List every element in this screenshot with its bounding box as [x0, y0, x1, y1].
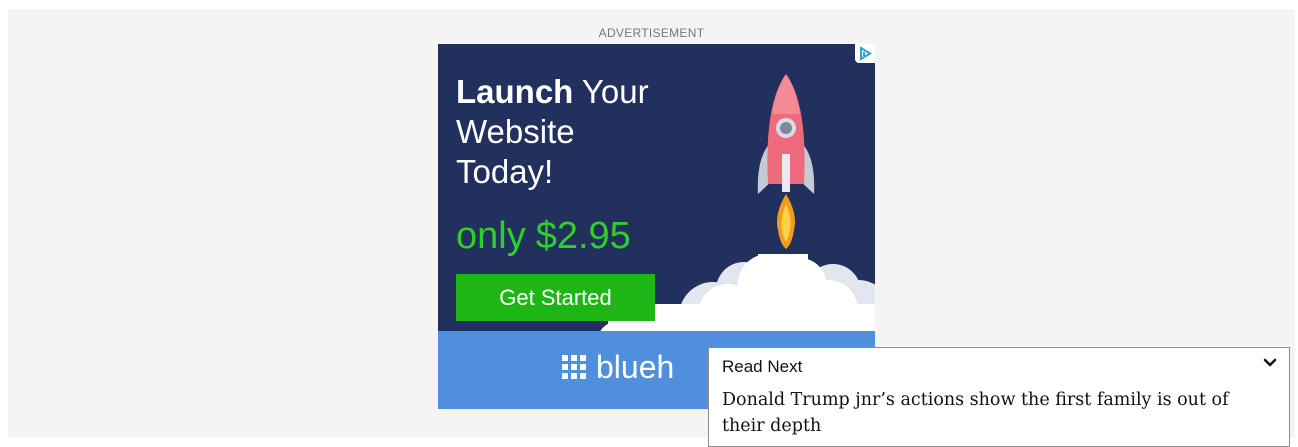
price-line: only $2.95: [456, 214, 631, 258]
headline-rest: Your: [573, 73, 649, 110]
adchoices-icon[interactable]: [855, 44, 875, 63]
read-next-label: Read Next: [722, 357, 803, 376]
price-value: $2.95: [535, 215, 631, 257]
ad-headline: Launch Your Website Today!: [456, 72, 649, 192]
headline-line-2: Website: [456, 113, 575, 150]
advertisement-label: ADVERTISEMENT: [598, 26, 705, 40]
price-prefix: only: [456, 215, 526, 257]
get-started-button[interactable]: Get Started: [456, 274, 655, 321]
read-next-panel[interactable]: Read Next Donald Trump jnr’s actions sho…: [708, 347, 1290, 447]
read-next-headline[interactable]: Donald Trump jnr’s actions show the firs…: [722, 387, 1262, 439]
brand-name: blueh: [596, 349, 675, 385]
grid-icon: [562, 355, 586, 379]
headline-line-3: Today!: [456, 153, 554, 190]
chevron-down-icon[interactable]: [1263, 358, 1277, 368]
headline-bold: Launch: [456, 73, 574, 110]
